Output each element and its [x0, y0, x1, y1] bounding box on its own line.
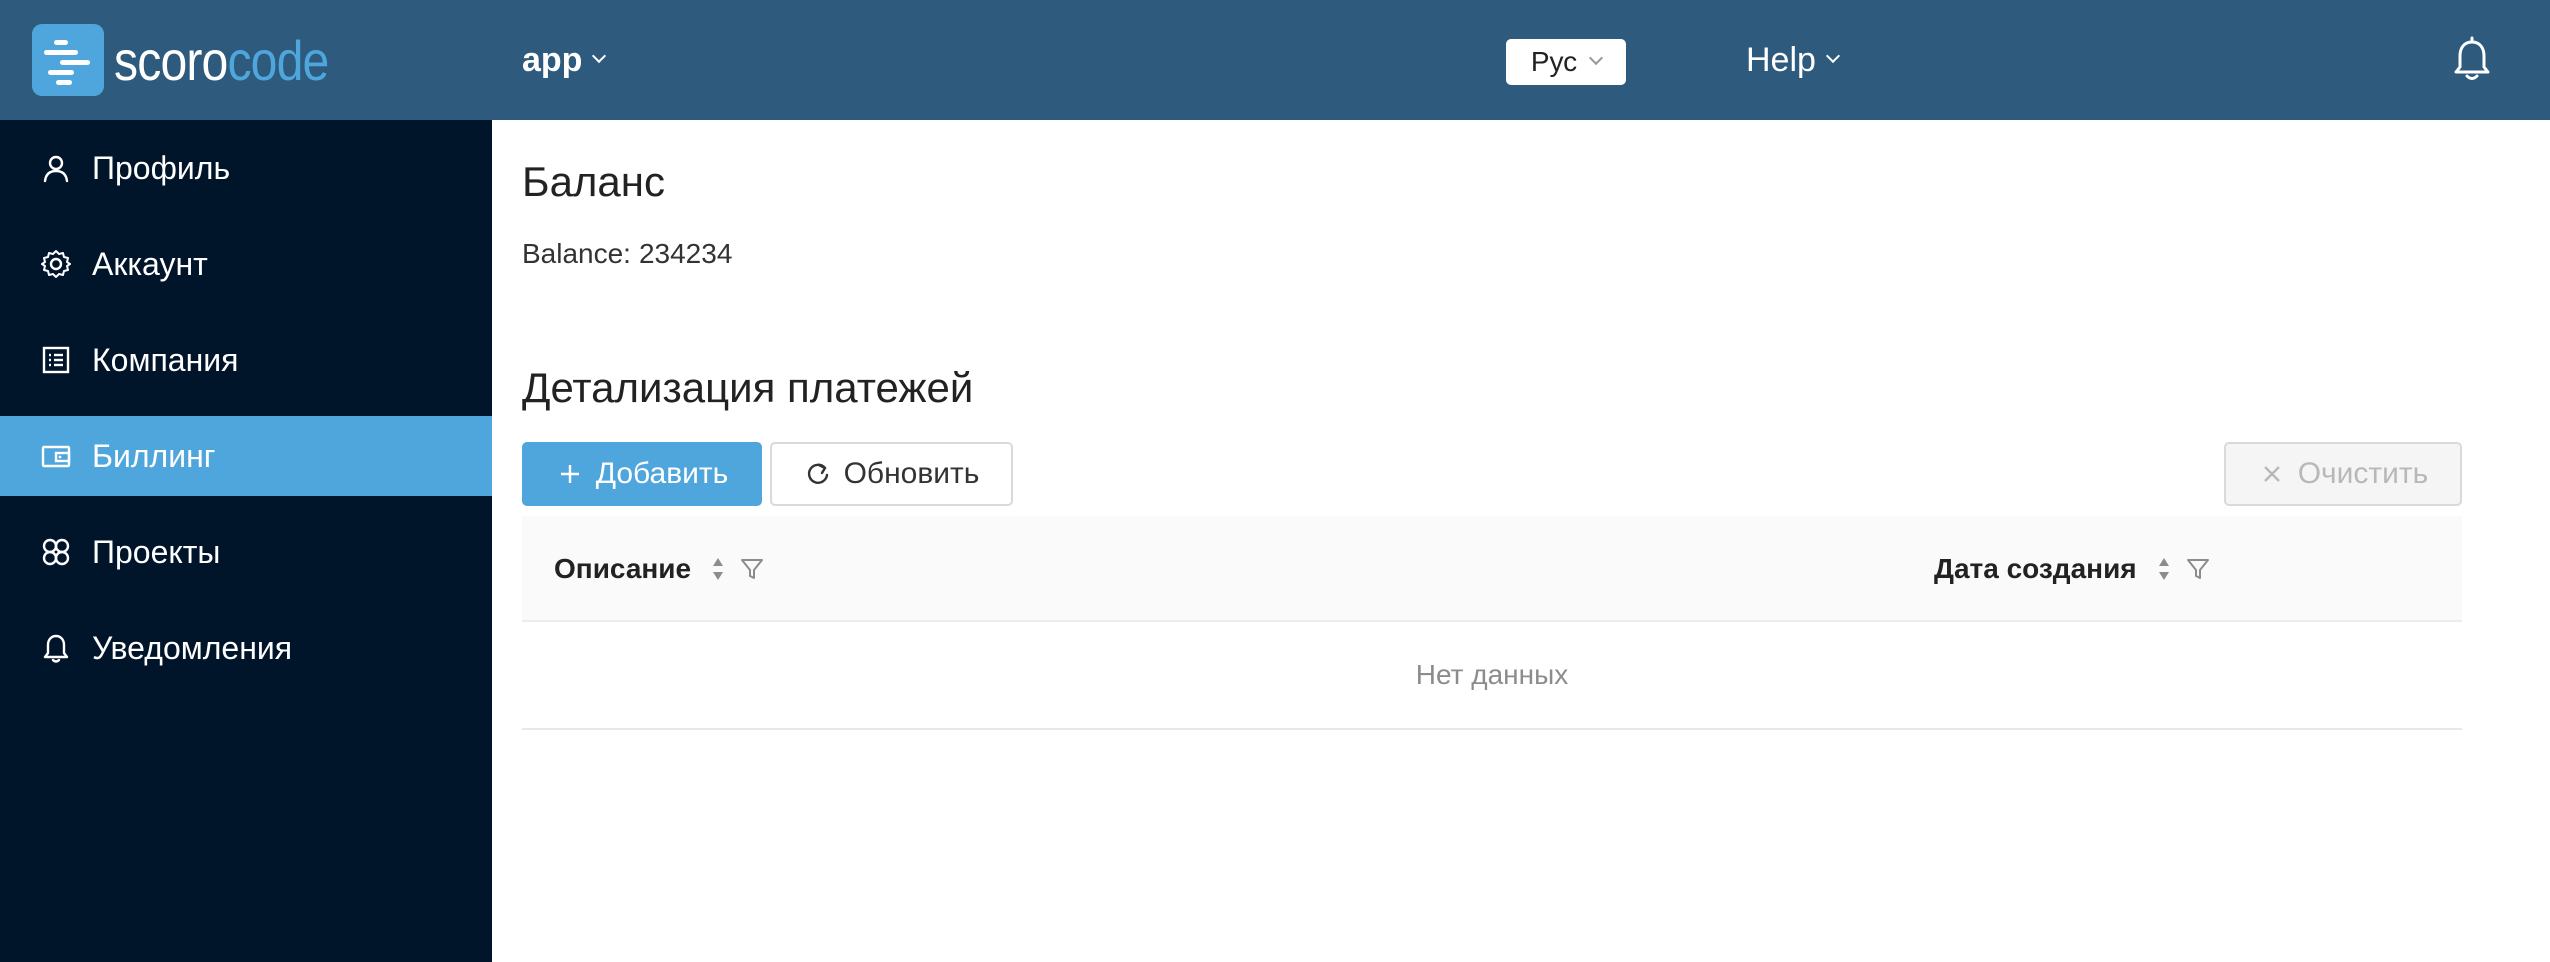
- sidebar-item-notifications[interactable]: Уведомления: [0, 608, 492, 688]
- list-icon: [42, 346, 70, 374]
- sidebar: Профиль Аккаунт Компания Биллинг Проекты…: [0, 120, 492, 962]
- column-header-label: Описание: [554, 553, 692, 584]
- close-icon: [2263, 466, 2280, 482]
- sidebar-item-billing[interactable]: Биллинг: [0, 416, 492, 496]
- user-icon: [43, 155, 69, 183]
- table-header: Описание Дата создания: [522, 516, 2462, 622]
- refresh-icon: [807, 463, 828, 484]
- sidebar-item-label: Проекты: [92, 533, 221, 570]
- projects-icon: [42, 538, 70, 566]
- chevron-down-icon: [1825, 48, 1841, 64]
- sidebar-item-label: Уведомления: [92, 629, 293, 666]
- logo-text: scorocode: [114, 28, 329, 92]
- clear-button-label: Очистить: [2297, 457, 2429, 490]
- sort-icon[interactable]: [2157, 555, 2171, 583]
- refresh-button-label: Обновить: [843, 457, 980, 490]
- refresh-button[interactable]: Обновить: [770, 442, 1013, 506]
- balance-label: Balance:: [522, 238, 631, 269]
- gear-icon: [41, 250, 71, 278]
- filter-icon[interactable]: [2185, 556, 2211, 582]
- sidebar-item-label: Компания: [92, 341, 239, 378]
- sidebar-item-projects[interactable]: Проекты: [0, 512, 492, 592]
- logo-mark-icon: [32, 24, 104, 96]
- sidebar-item-profile[interactable]: Профиль: [0, 128, 492, 208]
- balance-line: Balance: 234234: [522, 238, 732, 270]
- help-menu-label: Help: [1746, 40, 1816, 79]
- chevron-down-icon: [592, 48, 607, 64]
- payments-table: Описание Дата создания Нет данных: [522, 516, 2462, 730]
- top-header: scorocode app Рус Help: [0, 0, 2550, 120]
- wallet-icon: [41, 445, 71, 468]
- notifications-bell-icon[interactable]: [2450, 36, 2494, 84]
- payments-title: Детализация платежей: [522, 364, 974, 411]
- balance-value: 234234: [638, 238, 733, 269]
- filter-icon[interactable]: [739, 556, 765, 582]
- app-selector[interactable]: app: [522, 36, 607, 84]
- clear-button[interactable]: Очистить: [2224, 442, 2462, 506]
- empty-text: Нет данных: [1415, 659, 1569, 690]
- sidebar-item-label: Биллинг: [92, 437, 216, 474]
- language-select-value: Рус: [1530, 46, 1578, 77]
- table-empty-row: Нет данных: [522, 622, 2462, 730]
- sidebar-item-label: Аккаунт: [92, 245, 208, 282]
- sidebar-item-label: Профиль: [92, 149, 231, 186]
- language-select[interactable]: Рус: [1506, 39, 1626, 85]
- sidebar-item-account[interactable]: Аккаунт: [0, 224, 492, 304]
- scorocode-logo[interactable]: scorocode: [32, 24, 363, 96]
- balance-title: Баланс: [522, 158, 665, 205]
- sidebar-item-company[interactable]: Компания: [0, 320, 492, 400]
- bell-icon: [43, 634, 69, 663]
- help-menu[interactable]: Help: [1746, 36, 1841, 84]
- sort-icon[interactable]: [711, 555, 725, 583]
- plus-icon: [560, 465, 579, 483]
- app-selector-label: app: [522, 40, 583, 79]
- main-content: Баланс Balance: 234234 Детализация платеж…: [492, 120, 2550, 962]
- chevron-down-icon: [1589, 50, 1604, 66]
- column-header-label: Дата создания: [1934, 553, 2137, 584]
- column-header-created-date[interactable]: Дата создания: [1934, 516, 2211, 622]
- column-header-description[interactable]: Описание: [554, 516, 765, 622]
- add-button-label: Добавить: [595, 457, 729, 490]
- add-button[interactable]: Добавить: [522, 442, 762, 506]
